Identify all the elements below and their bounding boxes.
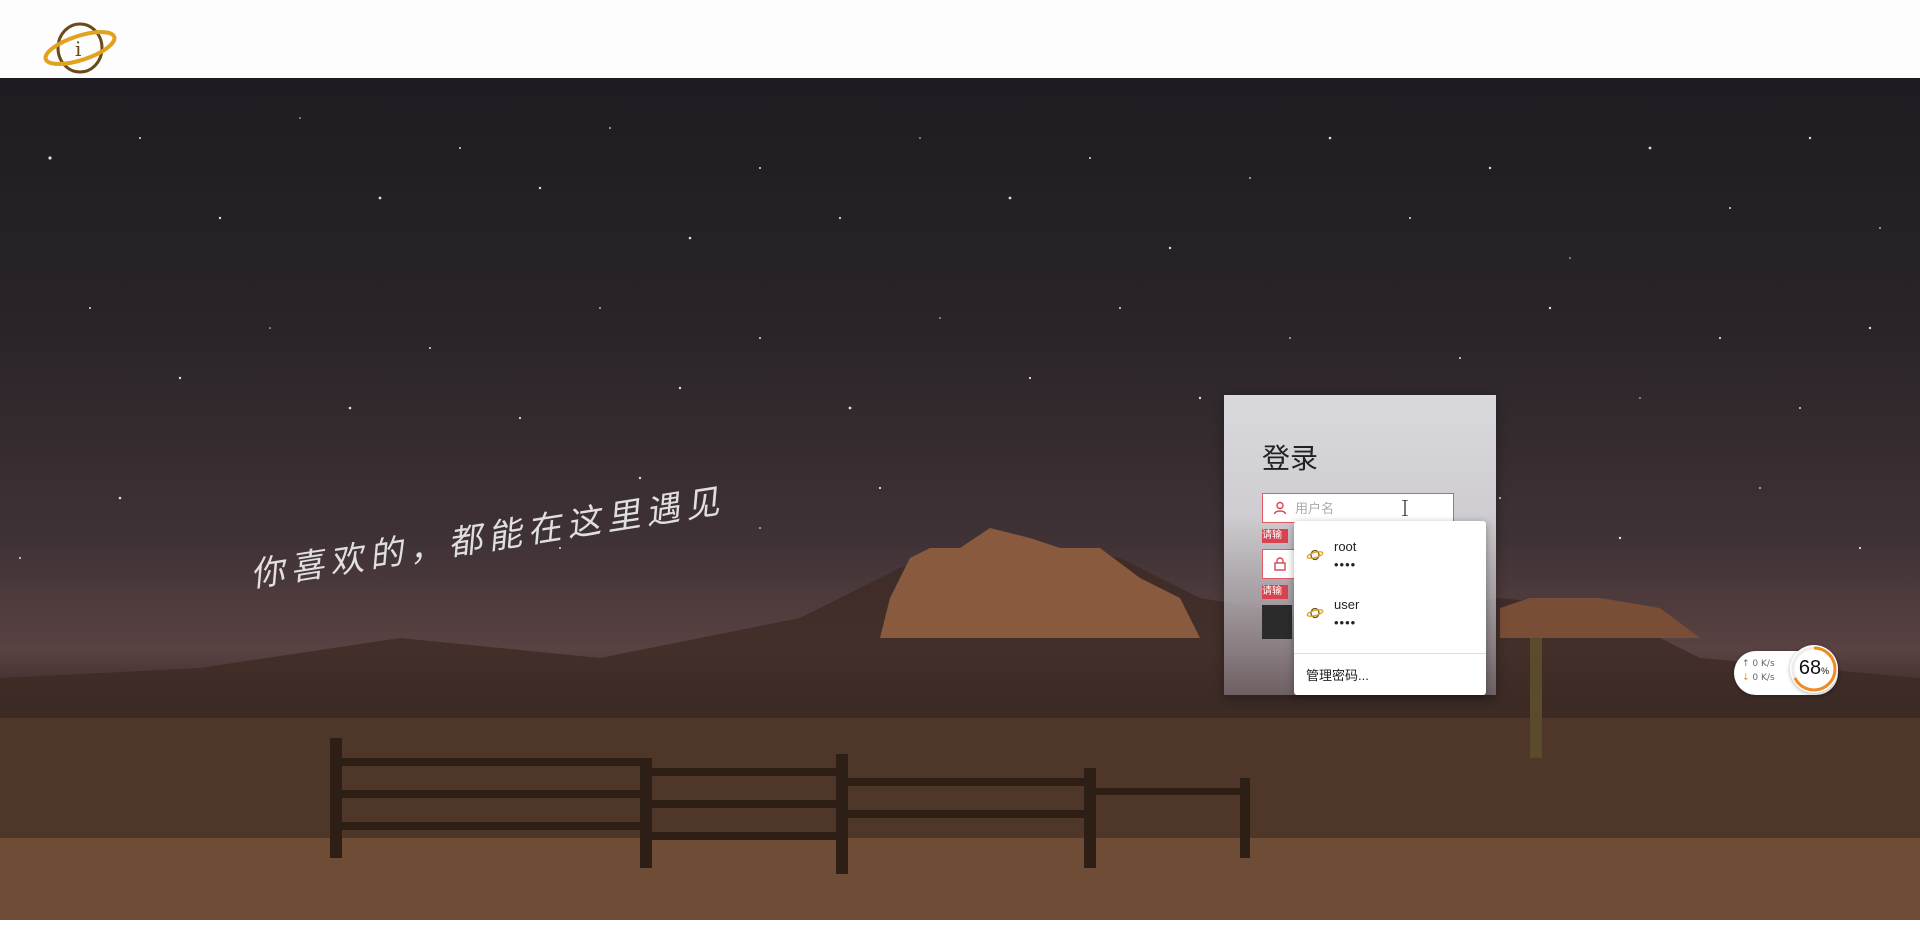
saturn-logo-icon[interactable]: i xyxy=(42,18,118,76)
login-title: 登录 xyxy=(1262,442,1319,475)
desert-landscape-image xyxy=(0,528,1920,920)
upload-arrow-icon: ↑ xyxy=(1742,659,1750,669)
autofill-dropdown: root •••• user •••• 管理密码... xyxy=(1294,521,1486,695)
gauge-percent-value: 68 xyxy=(1798,657,1822,679)
svg-text:i: i xyxy=(75,37,81,61)
footer-strip xyxy=(0,920,1920,932)
autofill-password-mask: •••• xyxy=(1334,615,1357,630)
username-input[interactable] xyxy=(1293,498,1447,520)
autofill-item-user[interactable]: user •••• xyxy=(1294,585,1486,641)
download-arrow-icon: ↓ xyxy=(1742,673,1750,683)
upload-value: 0 xyxy=(1752,659,1759,669)
autofill-password-mask: •••• xyxy=(1334,557,1357,572)
gauge-percent: 68% xyxy=(1790,657,1838,680)
password-error: 请输 xyxy=(1262,585,1288,599)
username-field[interactable] xyxy=(1262,493,1454,523)
upload-unit: K/s xyxy=(1761,659,1775,669)
hero-background: 你喜欢的，都能在这里遇见 xyxy=(0,78,1920,920)
autofill-item-root[interactable]: root •••• xyxy=(1294,527,1486,583)
username-error: 请输 xyxy=(1262,529,1288,543)
autofill-username: user xyxy=(1334,597,1360,612)
header-bar: i xyxy=(0,0,1920,78)
saturn-logo-icon xyxy=(1306,549,1324,561)
saturn-logo-icon xyxy=(1306,607,1324,619)
autofill-username: root xyxy=(1334,539,1357,554)
gauge-percent-sign: % xyxy=(1821,666,1830,676)
download-speed: ↓ 0 K/s xyxy=(1742,673,1775,683)
user-icon xyxy=(1273,501,1287,515)
upload-speed: ↑ 0 K/s xyxy=(1742,659,1775,669)
lock-icon xyxy=(1274,557,1286,571)
text-cursor-icon xyxy=(1402,500,1408,516)
download-unit: K/s xyxy=(1761,673,1775,683)
download-value: 0 xyxy=(1752,673,1759,683)
manage-passwords-link[interactable]: 管理密码... xyxy=(1306,665,1369,684)
dropdown-divider xyxy=(1294,653,1486,654)
login-button[interactable] xyxy=(1262,605,1292,639)
memory-usage-gauge[interactable]: 68% xyxy=(1790,645,1838,693)
